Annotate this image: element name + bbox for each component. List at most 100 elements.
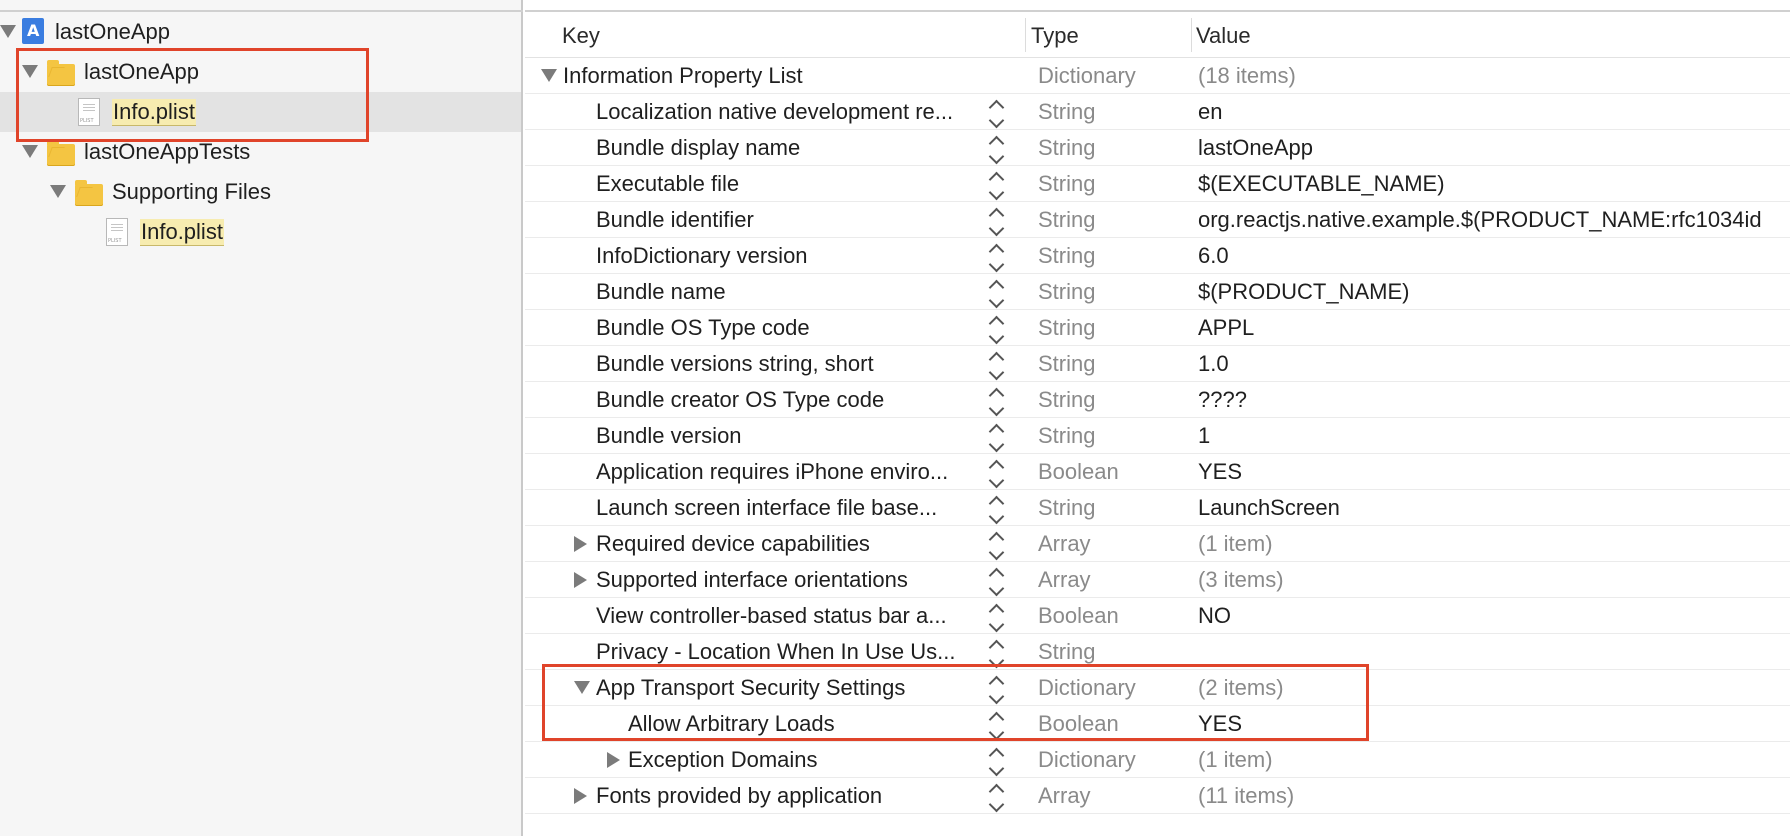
- nav-item-group-lastoneapp[interactable]: lastOneApp: [0, 52, 521, 92]
- plist-row[interactable]: Executable file String $(EXECUTABLE_NAME…: [525, 166, 1790, 202]
- nav-item-info-plist[interactable]: Info.plist: [0, 92, 521, 132]
- type-stepper-icon[interactable]: [987, 746, 1005, 777]
- plist-row-root[interactable]: Information Property List Dictionary (18…: [525, 58, 1790, 94]
- disclosure-expanded-icon[interactable]: [574, 681, 590, 694]
- plist-row[interactable]: InfoDictionary version String 6.0: [525, 238, 1790, 274]
- plist-row[interactable]: Bundle versions string, short String 1.0: [525, 346, 1790, 382]
- folder-icon: [47, 140, 75, 166]
- disclosure-expanded-icon[interactable]: [50, 185, 66, 198]
- plist-type[interactable]: Boolean: [1038, 454, 1119, 489]
- nav-item-info-plist-tests[interactable]: Info.plist: [0, 212, 521, 252]
- type-stepper-icon[interactable]: [987, 170, 1005, 201]
- divider: [525, 10, 1790, 12]
- plist-type[interactable]: Boolean: [1038, 598, 1119, 633]
- plist-type[interactable]: String: [1038, 166, 1095, 201]
- plist-row[interactable]: Supported interface orientations Array (…: [525, 562, 1790, 598]
- plist-type[interactable]: String: [1038, 274, 1095, 309]
- plist-type[interactable]: String: [1038, 418, 1095, 453]
- type-stepper-icon[interactable]: [987, 278, 1005, 309]
- column-separator[interactable]: [1191, 18, 1192, 52]
- disclosure-expanded-icon[interactable]: [541, 69, 557, 82]
- type-stepper-icon[interactable]: [987, 386, 1005, 417]
- disclosure-expanded-icon[interactable]: [22, 145, 38, 158]
- type-stepper-icon[interactable]: [987, 134, 1005, 165]
- plist-type[interactable]: String: [1038, 634, 1095, 669]
- plist-value[interactable]: APPL: [1198, 310, 1254, 345]
- column-header-value[interactable]: Value: [1196, 14, 1251, 58]
- plist-row[interactable]: Required device capabilities Array (1 it…: [525, 526, 1790, 562]
- plist-type[interactable]: String: [1038, 94, 1095, 129]
- type-stepper-icon[interactable]: [987, 710, 1005, 741]
- type-stepper-icon[interactable]: [987, 782, 1005, 813]
- plist-type[interactable]: Dictionary: [1038, 670, 1136, 705]
- plist-value[interactable]: en: [1198, 94, 1222, 129]
- plist-row[interactable]: Localization native development re... St…: [525, 94, 1790, 130]
- type-stepper-icon[interactable]: [987, 242, 1005, 273]
- plist-type[interactable]: String: [1038, 382, 1095, 417]
- plist-row[interactable]: Fonts provided by application Array (11 …: [525, 778, 1790, 814]
- folder-icon: [75, 180, 103, 206]
- type-stepper-icon[interactable]: [987, 314, 1005, 345]
- plist-type[interactable]: String: [1038, 202, 1095, 237]
- type-stepper-icon[interactable]: [987, 350, 1005, 381]
- plist-type[interactable]: Array: [1038, 526, 1091, 561]
- plist-value[interactable]: ????: [1198, 382, 1247, 417]
- plist-row[interactable]: Exception Domains Dictionary (1 item): [525, 742, 1790, 778]
- plist-row[interactable]: Bundle OS Type code String APPL: [525, 310, 1790, 346]
- plist-row-allow-arbitrary-loads[interactable]: Allow Arbitrary Loads Boolean YES: [525, 706, 1790, 742]
- plist-value[interactable]: NO: [1198, 598, 1231, 633]
- plist-row[interactable]: Launch screen interface file base... Str…: [525, 490, 1790, 526]
- plist-type[interactable]: String: [1038, 238, 1095, 273]
- type-stepper-icon[interactable]: [987, 602, 1005, 633]
- disclosure-collapsed-icon[interactable]: [574, 536, 587, 552]
- plist-type[interactable]: Dictionary: [1038, 58, 1136, 93]
- plist-row[interactable]: Privacy - Location When In Use Us... Str…: [525, 634, 1790, 670]
- type-stepper-icon[interactable]: [987, 98, 1005, 129]
- column-separator[interactable]: [1025, 18, 1026, 52]
- plist-row[interactable]: Bundle creator OS Type code String ????: [525, 382, 1790, 418]
- plist-value[interactable]: YES: [1198, 706, 1242, 741]
- type-stepper-icon[interactable]: [987, 458, 1005, 489]
- column-header-type[interactable]: Type: [1031, 14, 1079, 58]
- type-stepper-icon[interactable]: [987, 638, 1005, 669]
- plist-value[interactable]: 1.0: [1198, 346, 1229, 381]
- plist-type[interactable]: String: [1038, 490, 1095, 525]
- plist-type[interactable]: Array: [1038, 562, 1091, 597]
- nav-item-group-supporting-files[interactable]: Supporting Files: [0, 172, 521, 212]
- disclosure-collapsed-icon[interactable]: [574, 572, 587, 588]
- plist-value[interactable]: 6.0: [1198, 238, 1229, 273]
- type-stepper-icon[interactable]: [987, 530, 1005, 561]
- plist-row[interactable]: Bundle name String $(PRODUCT_NAME): [525, 274, 1790, 310]
- plist-type[interactable]: String: [1038, 346, 1095, 381]
- type-stepper-icon[interactable]: [987, 494, 1005, 525]
- type-stepper-icon[interactable]: [987, 674, 1005, 705]
- plist-value[interactable]: $(PRODUCT_NAME): [1198, 274, 1409, 309]
- plist-type[interactable]: Array: [1038, 778, 1091, 813]
- nav-item-project[interactable]: lastOneApp: [0, 12, 521, 52]
- plist-value[interactable]: LaunchScreen: [1198, 490, 1340, 525]
- plist-row[interactable]: Bundle display name String lastOneApp: [525, 130, 1790, 166]
- disclosure-expanded-icon[interactable]: [22, 65, 38, 78]
- plist-type[interactable]: String: [1038, 130, 1095, 165]
- plist-value[interactable]: org.reactjs.native.example.$(PRODUCT_NAM…: [1198, 202, 1790, 237]
- type-stepper-icon[interactable]: [987, 422, 1005, 453]
- plist-row[interactable]: Bundle version String 1: [525, 418, 1790, 454]
- plist-row[interactable]: Bundle identifier String org.reactjs.nat…: [525, 202, 1790, 238]
- plist-type[interactable]: String: [1038, 310, 1095, 345]
- plist-row[interactable]: Application requires iPhone enviro... Bo…: [525, 454, 1790, 490]
- plist-value[interactable]: 1: [1198, 418, 1210, 453]
- plist-row[interactable]: View controller-based status bar a... Bo…: [525, 598, 1790, 634]
- type-stepper-icon[interactable]: [987, 206, 1005, 237]
- plist-row-ats[interactable]: App Transport Security Settings Dictiona…: [525, 670, 1790, 706]
- type-stepper-icon[interactable]: [987, 566, 1005, 597]
- disclosure-collapsed-icon[interactable]: [574, 788, 587, 804]
- disclosure-collapsed-icon[interactable]: [607, 752, 620, 768]
- plist-type[interactable]: Boolean: [1038, 706, 1119, 741]
- plist-type[interactable]: Dictionary: [1038, 742, 1136, 777]
- disclosure-expanded-icon[interactable]: [0, 25, 16, 38]
- plist-value[interactable]: lastOneApp: [1198, 130, 1313, 165]
- plist-value[interactable]: YES: [1198, 454, 1242, 489]
- plist-value[interactable]: $(EXECUTABLE_NAME): [1198, 166, 1445, 201]
- nav-item-group-tests[interactable]: lastOneAppTests: [0, 132, 521, 172]
- column-header-key[interactable]: Key: [562, 14, 600, 58]
